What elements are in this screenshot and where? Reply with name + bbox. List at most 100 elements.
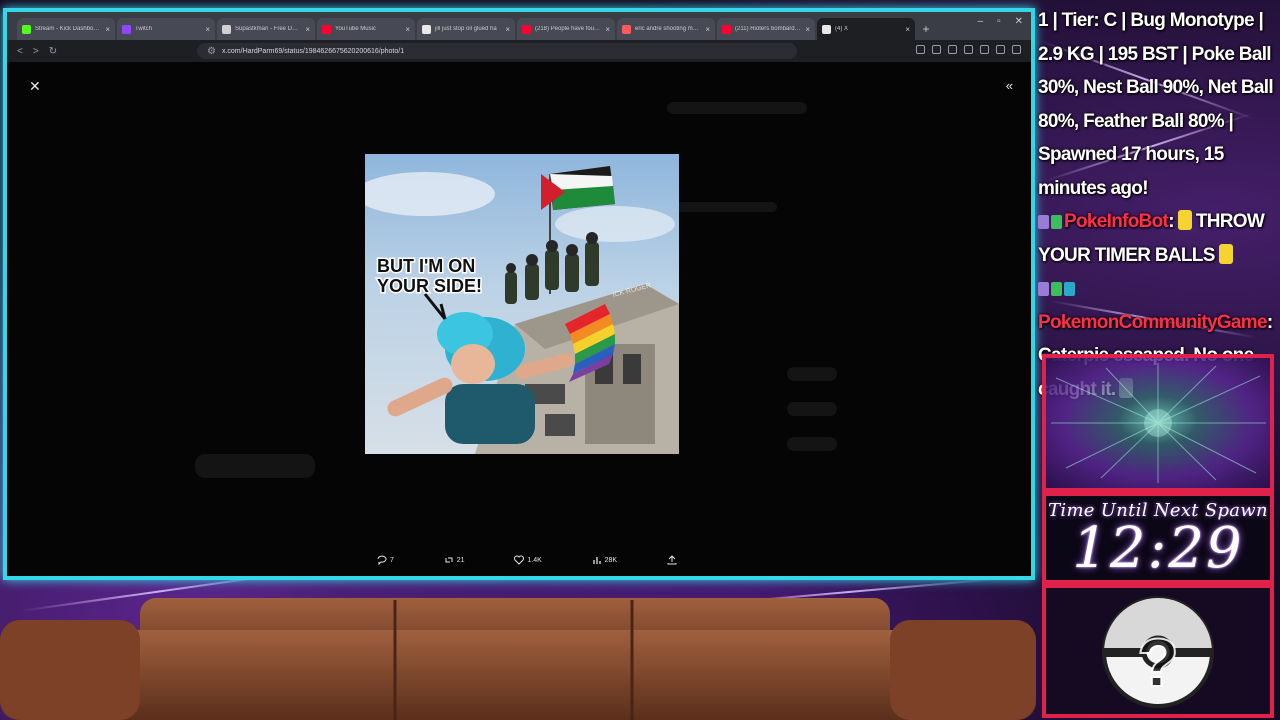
close-icon[interactable]: ×: [705, 25, 710, 34]
analytics-icon: [592, 557, 601, 564]
verified-badge-icon: [1051, 282, 1062, 296]
tab-label: jill just stop oil glued ha: [435, 26, 497, 32]
x-icon: [822, 24, 831, 34]
chat-panel: 1 | Tier: C | Bug Monotype | 2.9 KG | 19…: [1036, 0, 1280, 400]
tab-label: eric andre shooting meme: [635, 26, 702, 32]
close-icon[interactable]: ×: [305, 25, 310, 34]
like-count: 1.4K: [527, 556, 542, 564]
youtube-icon: [722, 24, 731, 34]
close-icon[interactable]: ×: [805, 25, 810, 34]
view-count: 28K: [604, 556, 618, 564]
tab-bar: Stream - Kick Dashboard × Twitch × Supastk…: [7, 12, 1031, 40]
share-icon: [667, 555, 677, 565]
page-icon: [222, 24, 231, 34]
extension-icon[interactable]: [980, 45, 989, 54]
browser-tab-active[interactable]: (4) X ×: [817, 18, 915, 40]
reply-icon: [377, 555, 387, 565]
collapse-panel-icon[interactable]: «: [1006, 78, 1013, 93]
tab-label: (218) People have found o: [535, 26, 602, 32]
close-icon[interactable]: ×: [605, 25, 610, 34]
pokemon-spawn-display: [1042, 354, 1274, 492]
follow-ghost: [787, 402, 837, 416]
youtube-music-icon: [322, 24, 331, 34]
extension-icon[interactable]: [964, 45, 973, 54]
extension-icon[interactable]: [916, 45, 925, 54]
sidebar-ghost: [195, 454, 315, 478]
meme-illustration: BUT I'M ON YOUR SIDE! ICK ROGER: [365, 166, 679, 454]
url-field[interactable]: ⚙ x.com/HardParm69/status/19846266756202…: [197, 43, 797, 59]
tab-label: (211) Rioters bombard po: [735, 26, 802, 32]
meme-caption-line1: BUT I'M ON: [377, 256, 475, 276]
timer-ball-emote-icon: [1177, 210, 1192, 230]
browser-tab[interactable]: Stream - Kick Dashboard ×: [17, 18, 115, 40]
youtube-icon: [522, 24, 531, 34]
broadcaster-badge-icon: [1038, 215, 1049, 229]
tab-label: Twitch: [135, 26, 153, 32]
browser-tab[interactable]: (218) People have found o ×: [517, 18, 615, 40]
close-icon[interactable]: ×: [405, 25, 410, 34]
window-controls: – ▫ ✕: [978, 16, 1024, 27]
twitch-icon: [122, 24, 131, 34]
browser-tab[interactable]: Twitch ×: [117, 18, 215, 40]
bot-message: PokeInfoBot: THROW YOUR TIMER BALLS: [1038, 205, 1278, 272]
trends-ghost: [667, 202, 777, 212]
maximize-icon[interactable]: ▫: [997, 16, 1001, 27]
chat-username: PokemonCommunityGame: [1038, 311, 1268, 333]
extension-icon[interactable]: [932, 45, 941, 54]
broadcaster-badge-icon: [1038, 282, 1049, 296]
site-info-icon[interactable]: ⚙: [207, 46, 216, 57]
extension-toolbar: [916, 45, 1021, 54]
close-icon[interactable]: ×: [205, 25, 210, 34]
share-button[interactable]: [667, 555, 677, 565]
browser-tab[interactable]: (211) Rioters bombard po ×: [717, 18, 815, 40]
menu-icon[interactable]: [1012, 45, 1021, 54]
repost-button[interactable]: 21: [444, 555, 465, 565]
tab-label: Stream - Kick Dashboard: [35, 26, 102, 32]
trends-ghost: [667, 102, 807, 114]
repost-count: 21: [456, 556, 465, 564]
reply-button[interactable]: 7: [377, 555, 394, 565]
tab-label: Supastkman - Free Down: [235, 26, 302, 32]
timer-value: 12:29: [1072, 516, 1244, 581]
close-icon[interactable]: ×: [505, 25, 510, 34]
close-window-icon[interactable]: ✕: [1015, 16, 1023, 27]
swirl-effect: [1051, 363, 1266, 483]
meme-caption-line2: YOUR SIDE!: [377, 276, 482, 296]
verified-badge-icon: [1051, 215, 1062, 229]
forward-icon[interactable]: >: [33, 46, 39, 57]
kick-icon: [22, 24, 31, 34]
meme-image[interactable]: BUT I'M ON YOUR SIDE! ICK ROGER: [365, 154, 679, 454]
browser-tab[interactable]: jill just stop oil glued ha ×: [417, 18, 515, 40]
post-action-bar: 7 21 1.4K 28K: [377, 553, 677, 567]
tab-label: (4) X: [835, 26, 849, 32]
extension-icon[interactable]: [996, 45, 1005, 54]
x-icon: [422, 24, 431, 34]
mystery-pokemon-panel: ?: [1042, 584, 1274, 718]
views-button[interactable]: 28K: [592, 555, 617, 565]
url-text: x.com/HardParm69/status/1984626675620200…: [221, 47, 405, 55]
reply-count: 7: [390, 556, 394, 564]
back-icon[interactable]: <: [17, 46, 23, 57]
browser-tab[interactable]: Supastkman - Free Down ×: [217, 18, 315, 40]
reload-icon[interactable]: ↻: [49, 46, 57, 57]
like-button[interactable]: 1.4K: [514, 555, 542, 565]
timer-ball-emote-icon: [1218, 243, 1233, 264]
close-icon[interactable]: ×: [905, 25, 910, 34]
tab-label: YouTube Music: [335, 26, 376, 32]
mystery-pokeball-icon: ?: [1102, 596, 1214, 708]
address-bar: < > ↻ ⚙ x.com/HardParm69/status/19846266…: [7, 40, 1031, 62]
browser-tab[interactable]: YouTube Music ×: [317, 18, 415, 40]
follow-ghost: [787, 437, 837, 451]
heart-icon: [514, 555, 525, 565]
stream-overlay: Stream - Kick Dashboard × Twitch × Supastk…: [0, 0, 1280, 720]
couch-graphic: [0, 598, 1036, 720]
extension-icon[interactable]: [948, 45, 957, 54]
svg-text:?: ?: [1137, 625, 1179, 701]
new-tab-button[interactable]: +: [917, 18, 935, 40]
close-viewer-icon[interactable]: ✕: [29, 78, 41, 95]
chat-separator: :: [1168, 211, 1174, 232]
browser-tab[interactable]: eric andre shooting meme ×: [617, 18, 715, 40]
minimize-icon[interactable]: –: [978, 16, 984, 27]
close-icon[interactable]: ×: [105, 25, 110, 34]
spawn-info-message: 1 | Tier: C | Bug Monotype | 2.9 KG | 19…: [1038, 10, 1274, 199]
